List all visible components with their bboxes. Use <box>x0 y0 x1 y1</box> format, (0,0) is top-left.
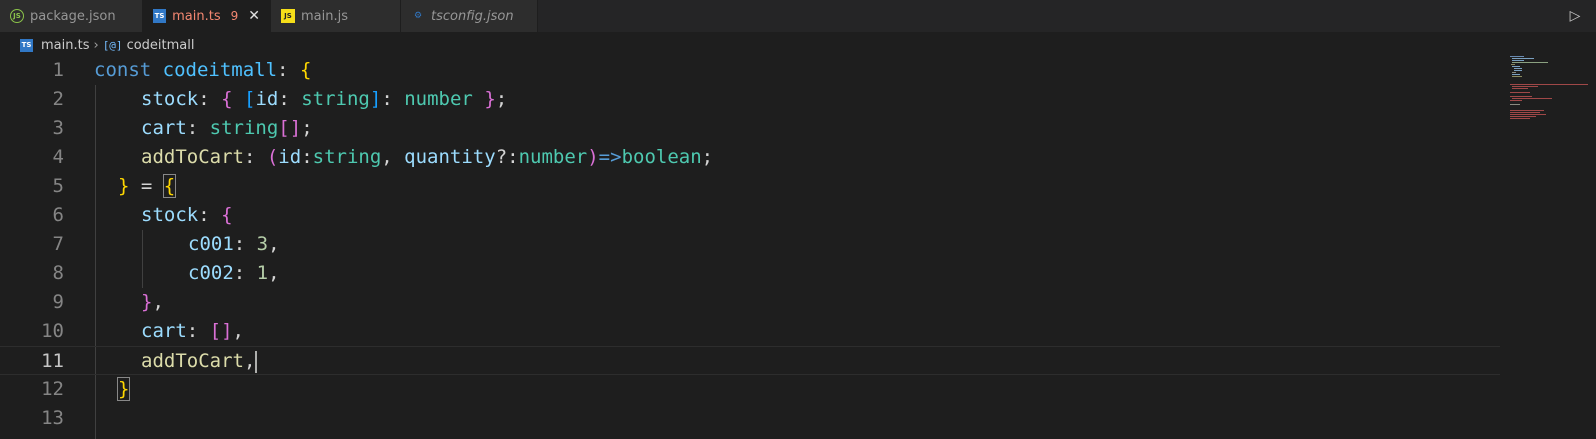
code-line: 8 c002: 1, <box>0 259 1500 288</box>
line-number: 11 <box>41 350 64 372</box>
code-line: 1 const codeitmall: { <box>0 56 1500 85</box>
code-line: 12 } <box>0 375 1500 404</box>
tab-label: package.json <box>30 8 116 24</box>
code-line: 2 stock: { [id: string]: number }; <box>0 85 1500 114</box>
code-line: 7 c001: 3, <box>0 230 1500 259</box>
code-editor[interactable]: 1 const codeitmall: { 2 stock: { [id: st… <box>0 56 1500 439</box>
line-number: 4 <box>52 146 64 168</box>
line-number: 2 <box>52 88 64 110</box>
minimap[interactable] <box>1508 56 1588 136</box>
line-number: 1 <box>52 59 64 81</box>
typescript-file-icon: TS <box>20 38 33 52</box>
javascript-file-icon: JS <box>281 9 295 23</box>
breadcrumb: TS main.ts › [@] codeitmall <box>0 34 1596 56</box>
code-line: 3 cart: string[]; <box>0 114 1500 143</box>
code-line: 13 <box>0 404 1500 433</box>
current-code-line: 11 addToCart, <box>0 346 1500 375</box>
line-number: 13 <box>41 407 64 429</box>
line-number: 7 <box>52 233 64 255</box>
line-number: 9 <box>52 291 64 313</box>
chevron-right-icon: › <box>93 37 99 53</box>
matched-bracket: { <box>162 174 177 198</box>
code-line: 4 addToCart: (id:string, quantity?:numbe… <box>0 143 1500 172</box>
line-number: 6 <box>52 204 64 226</box>
text-cursor <box>255 350 258 373</box>
problems-badge: 9 <box>230 9 239 23</box>
tab-label: main.ts <box>172 8 221 24</box>
tab-main-ts[interactable]: TS main.ts 9 ✕ <box>143 0 271 32</box>
line-number: 8 <box>52 262 64 284</box>
line-number: 3 <box>52 117 64 139</box>
breadcrumb-symbol[interactable]: codeitmall <box>127 38 195 53</box>
tab-tsconfig-json[interactable]: ⚙ tsconfig.json <box>401 0 538 32</box>
code-line: 5 } = { <box>0 172 1500 201</box>
tsconfig-file-icon: ⚙ <box>413 10 423 21</box>
tab-label: tsconfig.json <box>431 8 514 24</box>
code-line: 9 }, <box>0 288 1500 317</box>
json-file-icon: JS <box>10 9 24 23</box>
close-icon[interactable]: ✕ <box>248 8 260 24</box>
run-icon[interactable]: ▷ <box>1566 7 1584 25</box>
matched-bracket: } <box>116 377 131 401</box>
breadcrumb-file[interactable]: main.ts <box>41 38 89 53</box>
line-number: 5 <box>52 175 64 197</box>
line-number: 12 <box>41 378 64 400</box>
line-number: 10 <box>41 320 64 342</box>
tab-label: main.js <box>301 8 348 24</box>
code-line: 10 cart: [], <box>0 317 1500 346</box>
tab-main-js[interactable]: JS main.js <box>271 0 401 32</box>
tab-bar: JS package.json TS main.ts 9 ✕ JS main.j… <box>0 0 1596 32</box>
typescript-file-icon: TS <box>153 9 167 23</box>
variable-symbol-icon: [@] <box>102 38 123 52</box>
tab-package-json[interactable]: JS package.json <box>0 0 143 32</box>
code-line: 6 stock: { <box>0 201 1500 230</box>
